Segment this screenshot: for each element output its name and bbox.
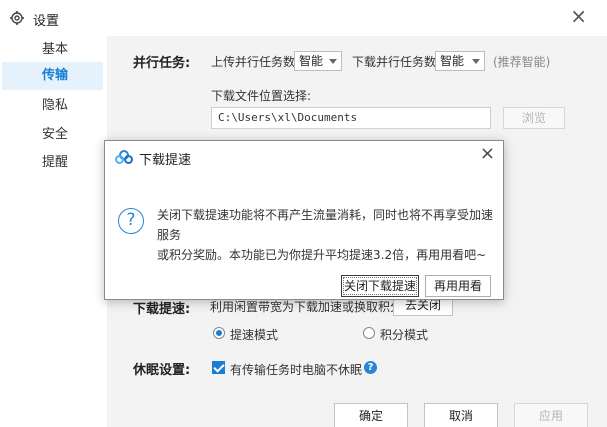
sidebar-item-basic[interactable]: 基本 [0,36,107,64]
speedup-description: 利用闲置带宽为下载加速或换取积分 [210,300,403,314]
apply-button[interactable]: 应用 [514,403,588,427]
dialog-close-button[interactable]: × [480,143,495,164]
parallel-label: 并行任务: [133,56,191,71]
download-parallel-label: 下载并行任务数 [352,55,437,69]
upload-parallel-value: 智能 [299,54,324,68]
download-path-input[interactable]: C:\Users\xl\Documents [211,107,491,129]
speedup-label: 下载提速: [133,302,191,317]
download-location-label: 下载文件位置选择: [211,89,312,103]
points-mode-radio[interactable] [363,327,375,339]
help-icon[interactable]: ? [364,361,377,374]
upload-parallel-select[interactable]: 智能 [294,51,342,71]
download-parallel-value: 智能 [440,54,465,68]
dialog-message-line-1: 关闭下载提速功能将不再产生流量消耗，同时也将不再享受加速服务 [157,208,494,242]
download-parallel-select[interactable]: 智能 [435,51,485,71]
question-icon: ? [118,208,144,234]
sidebar-item-security[interactable]: 安全 [0,121,107,149]
speedup-dialog: 下载提速 × ? 关闭下载提速功能将不再产生流量消耗，同时也将不再享受加速服务 … [104,140,504,300]
sidebar: 基本 传输 隐私 安全 提醒 [0,36,107,427]
speed-mode-label: 提速模式 [230,328,279,342]
sidebar-item-privacy[interactable]: 隐私 [0,92,107,120]
no-sleep-label: 有传输任务时电脑不休眠 [230,363,363,377]
cancel-button[interactable]: 取消 [424,403,498,427]
sidebar-item-transfer[interactable]: 传输 [2,62,103,90]
parallel-hint: (推荐智能) [493,55,551,69]
dialog-message: 关闭下载提速功能将不再产生流量消耗，同时也将不再享受加速服务 或积分奖励。本功能… [157,205,497,265]
cloud-logo-icon [115,150,133,164]
speed-mode-radio[interactable] [213,327,225,339]
points-mode-label: 积分模式 [380,328,429,342]
keep-using-button[interactable]: 再用用看 [425,275,491,297]
confirm-disable-button[interactable]: 关闭下载提速 [341,275,419,297]
dialog-message-line-2: 或积分奖励。本功能已为你提升平均提速3.2倍，再用用看吧~ [157,248,487,262]
chevron-down-icon [472,59,480,64]
ok-button[interactable]: 确定 [334,403,408,427]
gear-icon [10,11,24,25]
sidebar-item-reminder[interactable]: 提醒 [0,149,107,177]
chevron-down-icon [329,59,337,64]
window-close-button[interactable]: × [570,6,587,26]
window-title: 设置 [33,14,60,29]
upload-parallel-label: 上传并行任务数 [211,55,296,69]
dialog-title: 下载提速 [139,153,192,168]
title-bar: 设置 × [0,0,607,36]
sleep-label: 休眠设置: [133,363,191,378]
no-sleep-checkbox[interactable] [212,361,225,374]
browse-button[interactable]: 浏览 [503,107,565,129]
